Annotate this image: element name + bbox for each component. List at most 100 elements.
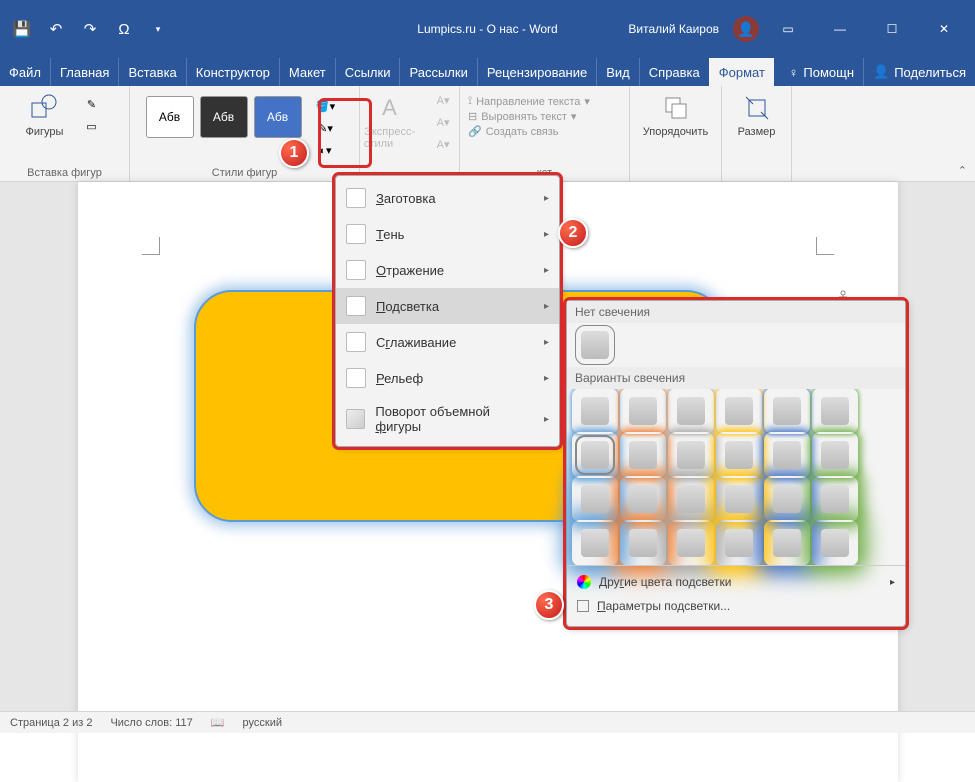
style-swatch-blue[interactable]: Абв [254,96,302,138]
wordart-icon: A [374,92,406,124]
effect-icon [346,188,366,208]
tab-файл[interactable]: Файл [0,58,50,86]
status-page[interactable]: Страница 2 из 2 [10,717,92,729]
minimize-button[interactable]: — [817,14,863,44]
redo-icon[interactable]: ↷ [80,19,100,39]
effect-item-1[interactable]: Тень▸ [336,216,559,252]
glow-swatch-blue-2[interactable] [581,441,609,469]
edit-shape-icon[interactable]: ✎ [73,94,109,114]
effect-item-3[interactable]: Подсветка▸ [336,288,559,324]
annotation-badge-1: 1 [279,138,309,168]
effect-icon [346,332,366,352]
glow-swatch-yellow-3[interactable] [725,485,753,513]
tab-share[interactable]: 👤Поделиться [863,58,975,86]
glow-swatch-orange-1[interactable] [629,397,657,425]
tab-главная[interactable]: Главная [50,58,118,86]
glow-swatch-dblue-2[interactable] [773,441,801,469]
collapse-ribbon-icon[interactable]: ⌃ [958,164,967,177]
effect-item-2[interactable]: Отражение▸ [336,252,559,288]
glow-swatch-yellow-1[interactable] [725,397,753,425]
annotation-box-1 [318,98,372,168]
annotation-badge-3: 3 [534,590,564,620]
tab-help[interactable]: ♀Помощн [780,58,863,86]
margin-corner-tl [142,237,160,255]
glow-swatch-gray-1[interactable] [677,397,705,425]
omega-icon[interactable]: Ω [114,19,134,39]
chevron-right-icon: ▸ [544,193,549,204]
qat-dropdown-icon[interactable]: ▾ [148,19,168,39]
glow-swatch-green-2[interactable] [821,441,849,469]
status-words[interactable]: Число слов: 117 [110,717,192,729]
chevron-right-icon: ▸ [544,229,549,240]
glow-swatch-orange-2[interactable] [629,441,657,469]
ribbon: Фигуры ✎ ▭ Вставка фигур Абв Абв Абв 🪣▾ … [0,86,975,182]
glow-swatch-orange-3[interactable] [629,485,657,513]
glow-swatch-blue-1[interactable] [581,397,609,425]
proofing-icon[interactable]: 📖 [211,716,225,729]
shapes-icon [28,92,60,124]
effect-item-5[interactable]: Рельеф▸ [336,360,559,396]
tab-макет[interactable]: Макет [279,58,335,86]
more-glow-colors[interactable]: Другие цвета подсветки ▸ [567,570,905,594]
status-language[interactable]: русский [243,717,282,729]
group-insert-shapes: Вставка фигур [27,165,102,181]
status-bar: Страница 2 из 2 Число слов: 117 📖 русски… [0,711,975,733]
glow-swatch-gray-3[interactable] [677,485,705,513]
user-name[interactable]: Виталий Каиров [628,22,719,36]
chevron-right-icon: ▸ [544,265,549,276]
tab-конструктор[interactable]: Конструктор [186,58,279,86]
arrange-button[interactable]: Упорядочить [637,90,714,140]
text-outline-icon: A▾ [425,112,461,132]
no-glow-header: Нет свечения [567,301,905,323]
glow-swatch-green-1[interactable] [821,397,849,425]
maximize-button[interactable]: ☐ [869,14,915,44]
shape-effects-menu: Заготовка▸Тень▸Отражение▸Подсветка▸Сглаж… [335,175,560,447]
chevron-right-icon: ▸ [544,373,549,384]
text-fill-icon: A▾ [425,90,461,110]
avatar[interactable]: 👤 [733,16,759,42]
glow-swatch-blue-3[interactable] [581,485,609,513]
size-button[interactable]: Размер [732,90,782,140]
style-swatch-dark[interactable]: Абв [200,96,248,138]
undo-icon[interactable]: ↶ [46,19,66,39]
ribbon-options-icon[interactable]: ▭ [765,14,811,44]
tab-ссылки[interactable]: Ссылки [335,58,400,86]
style-swatch-light[interactable]: Абв [146,96,194,138]
glow-swatch-yellow-4[interactable] [725,529,753,557]
textbox-icon[interactable]: ▭ [73,116,109,136]
glow-submenu: Нет свечения Варианты свечения Другие цв… [566,300,906,627]
glow-variants-header: Варианты свечения [567,367,905,389]
shapes-button[interactable]: Фигуры [20,90,70,140]
effect-item-0[interactable]: Заготовка▸ [336,180,559,216]
document-title: Lumpics.ru - О нас - Word [417,22,557,36]
no-glow-swatch[interactable] [581,331,609,359]
glow-swatch-orange-4[interactable] [629,529,657,557]
glow-swatch-blue-4[interactable] [581,529,609,557]
glow-swatch-gray-4[interactable] [677,529,705,557]
glow-swatch-dblue-1[interactable] [773,397,801,425]
effect-icon [346,368,366,388]
chevron-right-icon: ▸ [544,301,549,312]
glow-options[interactable]: Параметры подсветки... [567,594,905,618]
tab-вставка[interactable]: Вставка [118,58,185,86]
tab-справка[interactable]: Справка [639,58,709,86]
glow-swatch-dblue-4[interactable] [773,529,801,557]
glow-swatch-green-4[interactable] [821,529,849,557]
effect-item-6[interactable]: Поворот объемной фигуры▸ [336,396,559,442]
glow-swatch-green-3[interactable] [821,485,849,513]
save-icon[interactable]: 💾 [12,19,32,39]
text-effects-icon: A▾ [425,134,461,154]
effect-item-4[interactable]: Сглаживание▸ [336,324,559,360]
glow-swatch-yellow-2[interactable] [725,441,753,469]
title-bar: 💾 ↶ ↷ Ω ▾ Lumpics.ru - О нас - Word Вита… [0,0,975,58]
effect-icon [346,260,366,280]
tab-рассылки[interactable]: Рассылки [399,58,476,86]
close-button[interactable]: ✕ [921,14,967,44]
tab-вид[interactable]: Вид [596,58,639,86]
glow-swatch-gray-2[interactable] [677,441,705,469]
tab-рецензирование[interactable]: Рецензирование [477,58,596,86]
glow-swatch-dblue-3[interactable] [773,485,801,513]
margin-corner-tr [816,237,834,255]
effect-icon [346,224,366,244]
tab-формат[interactable]: Формат [709,58,774,86]
